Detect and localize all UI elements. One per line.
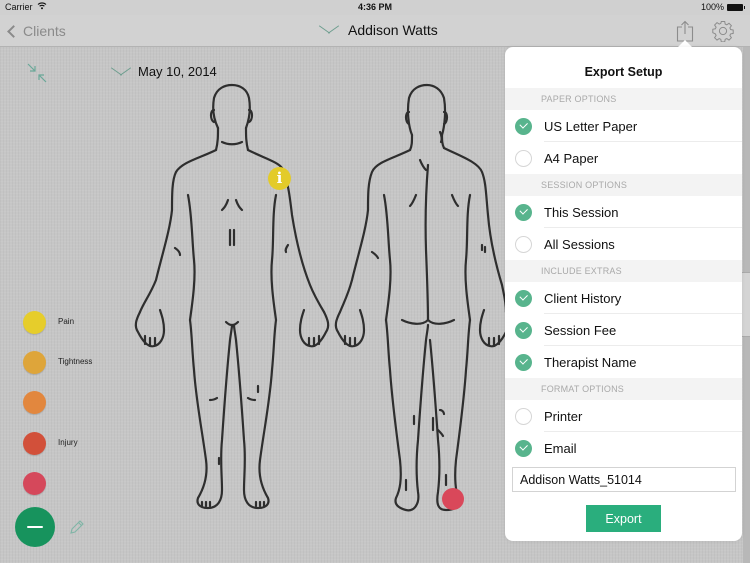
battery-icon xyxy=(727,4,745,11)
swatch-orange xyxy=(23,391,46,414)
option-row[interactable]: This Session xyxy=(505,196,742,228)
option-row[interactable]: A4 Paper xyxy=(505,142,742,174)
pencil-icon[interactable] xyxy=(68,518,86,536)
legend-label: Injury xyxy=(58,438,78,447)
share-icon[interactable] xyxy=(675,20,695,42)
option-group: This Session All Sessions xyxy=(505,196,742,260)
option-label: All Sessions xyxy=(544,236,615,252)
remove-mode-button[interactable] xyxy=(15,507,55,547)
option-label: Printer xyxy=(544,408,583,424)
swatch-tightness xyxy=(23,351,46,374)
gear-icon[interactable] xyxy=(712,20,734,43)
option-label: US Letter Paper xyxy=(544,118,638,134)
navigation-bar: Clients Addison Watts xyxy=(0,15,750,47)
checkmark-circle-icon[interactable] xyxy=(515,353,532,371)
session-date-selector[interactable]: May 10, 2014 xyxy=(110,64,217,79)
export-setup-popover: Export Setup PAPER OPTIONS US Letter Pape… xyxy=(505,47,742,541)
option-label: Therapist Name xyxy=(544,354,637,370)
checkmark-circle-icon[interactable] xyxy=(515,117,532,135)
option-row[interactable]: Email xyxy=(505,432,742,464)
back-button-label: Clients xyxy=(23,23,66,39)
client-selector[interactable]: Addison Watts xyxy=(318,22,438,38)
battery-percent: 100% xyxy=(700,2,724,12)
chevron-down-icon xyxy=(318,24,340,36)
client-name: Addison Watts xyxy=(348,22,438,38)
export-button[interactable]: Export xyxy=(586,505,661,532)
option-row[interactable]: US Letter Paper xyxy=(505,110,742,142)
section-header: PAPER OPTIONS xyxy=(505,88,742,110)
front-body-figure[interactable] xyxy=(130,80,335,525)
option-label: Email xyxy=(544,440,577,456)
empty-circle-icon[interactable] xyxy=(515,407,532,425)
section-header: SESSION OPTIONS xyxy=(505,174,742,196)
checkmark-circle-icon[interactable] xyxy=(515,321,532,339)
option-label: Session Fee xyxy=(544,322,617,338)
empty-circle-icon[interactable] xyxy=(515,235,532,253)
chevron-left-icon xyxy=(7,24,20,38)
chevron-down-icon xyxy=(110,66,132,78)
legend-item-tightness[interactable]: Tightness xyxy=(23,351,92,374)
option-row[interactable]: Therapist Name xyxy=(505,346,742,378)
side-panel-handle[interactable] xyxy=(742,272,750,337)
option-group: Printer Email xyxy=(505,400,742,464)
collapse-icon[interactable] xyxy=(26,62,48,84)
option-group: US Letter Paper A4 Paper xyxy=(505,110,742,174)
option-label: Client History xyxy=(544,290,622,306)
option-row[interactable]: Session Fee xyxy=(505,314,742,346)
option-group: Client History Session Fee Therapist Name xyxy=(505,282,742,378)
option-row[interactable]: Client History xyxy=(505,282,742,314)
popover-title: Export Setup xyxy=(584,65,663,79)
back-button[interactable]: Clients xyxy=(6,23,66,39)
swatch-red xyxy=(23,472,46,495)
option-row[interactable]: Printer xyxy=(505,400,742,432)
back-body-figure[interactable] xyxy=(330,80,510,525)
swatch-pain xyxy=(23,311,46,334)
clock: 4:36 PM xyxy=(357,2,392,12)
legend-label: Pain xyxy=(58,317,75,326)
legend-item-orange[interactable] xyxy=(23,391,46,414)
section-header: INCLUDE EXTRAS xyxy=(505,260,742,282)
section-header: FORMAT OPTIONS xyxy=(505,378,742,400)
checkmark-circle-icon[interactable] xyxy=(515,439,532,457)
legend-item-injury[interactable]: Injury xyxy=(23,432,78,455)
option-label: A4 Paper xyxy=(544,150,599,166)
legend-item-pain[interactable]: Pain xyxy=(23,311,74,334)
option-label: This Session xyxy=(544,204,619,220)
status-bar: Carrier 4:36 PM 100% xyxy=(0,0,750,15)
empty-circle-icon[interactable] xyxy=(515,149,532,167)
checkmark-circle-icon[interactable] xyxy=(515,203,532,221)
swatch-injury xyxy=(23,432,46,455)
export-options-list: PAPER OPTIONS US Letter Paper A4 Paper SESS… xyxy=(505,88,742,464)
info-marker[interactable]: i xyxy=(268,167,291,190)
option-row[interactable]: All Sessions xyxy=(505,228,742,260)
legend-item-red[interactable] xyxy=(23,472,46,495)
filename-input[interactable] xyxy=(512,467,736,492)
injury-marker[interactable] xyxy=(442,488,464,510)
legend-label: Tightness xyxy=(58,357,93,366)
session-date: May 10, 2014 xyxy=(138,64,217,79)
checkmark-circle-icon[interactable] xyxy=(515,289,532,307)
